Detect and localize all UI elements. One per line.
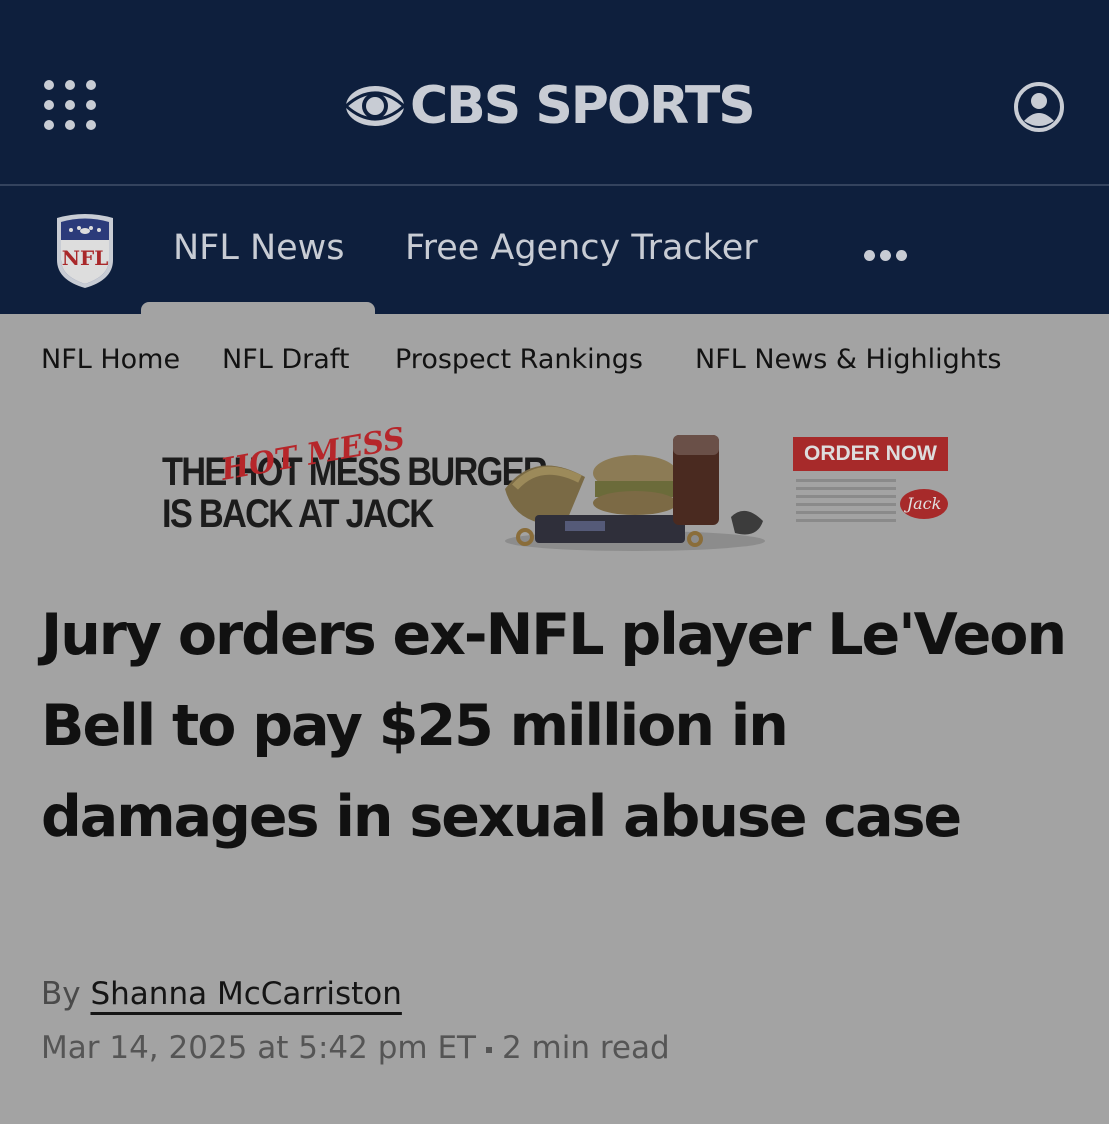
top-header: CBS SPORTS — [0, 0, 1109, 186]
nfl-subnav: NFL NFL News Free Agency Tracker — [0, 186, 1109, 314]
article-meta: Mar 14, 2025 at 5:42 pm ET 2 min read — [41, 1030, 670, 1066]
article-headline: Jury orders ex-NFL player Le'Veon Bell t… — [41, 602, 1067, 850]
tab-nfl-news[interactable]: NFL News — [173, 228, 345, 268]
cbs-sports-logo[interactable]: CBS SPORTS — [344, 74, 756, 138]
ad-fine-print — [796, 479, 896, 535]
publish-date: Mar 14, 2025 at 5:42 pm ET — [41, 1030, 476, 1066]
byline-prefix: By — [41, 976, 81, 1012]
brand-name: CBS SPORTS — [410, 76, 756, 136]
tab-free-agency-tracker[interactable]: Free Agency Tracker — [405, 228, 758, 268]
read-time: 2 min read — [501, 1030, 670, 1066]
secnav-nfl-news-highlights[interactable]: NFL News & Highlights — [695, 344, 1002, 375]
article-byline: By Shanna McCarriston — [41, 976, 402, 1012]
jack-in-the-box-logo: Jack — [900, 489, 948, 519]
burger-meal-image-icon — [505, 435, 765, 551]
nfl-logo-text: NFL — [62, 246, 109, 270]
secnav-nfl-home[interactable]: NFL Home — [41, 344, 180, 375]
cbs-eye-icon — [344, 86, 406, 126]
secnav-nfl-draft[interactable]: NFL Draft — [222, 344, 349, 375]
user-account-icon[interactable] — [1013, 81, 1065, 133]
grid-menu-icon[interactable] — [42, 78, 100, 132]
nfl-shield-logo-icon[interactable]: NFL — [53, 210, 117, 290]
more-horizontal-icon[interactable] — [862, 250, 908, 264]
author-link[interactable]: Shanna McCarriston — [90, 976, 401, 1012]
ad-order-now-button[interactable]: ORDER NOW — [793, 437, 948, 471]
ad-banner[interactable]: THE HOT MESS BURGER IS BACK AT JACK HOT … — [160, 421, 960, 557]
secnav-prospect-rankings[interactable]: Prospect Rankings — [395, 344, 643, 375]
secondary-nav: NFL Home NFL Draft Prospect Rankings NFL… — [0, 314, 1109, 410]
meta-separator — [485, 1046, 492, 1053]
active-tab-indicator — [141, 302, 375, 314]
ad-headline-line2: IS BACK AT JACK — [162, 492, 434, 536]
